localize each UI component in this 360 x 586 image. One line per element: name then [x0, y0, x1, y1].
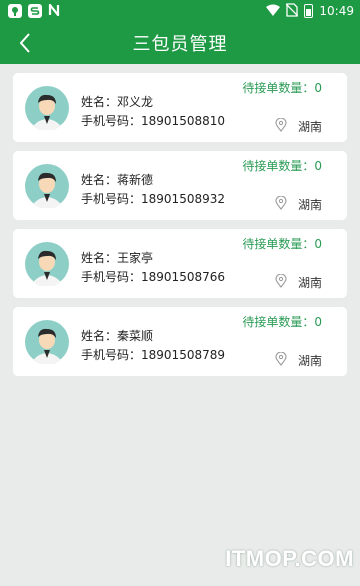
name-label: 姓名： [81, 173, 118, 187]
staff-card[interactable]: 姓名：秦菜顺 手机号码：18901508789 待接单数量：0 湖南 [13, 307, 347, 376]
phone-value: 18901508789 [141, 348, 225, 362]
phone-label: 手机号码： [81, 270, 142, 284]
phone-label: 手机号码： [81, 348, 142, 362]
orders-count: 0 [314, 81, 322, 95]
chevron-left-icon [19, 33, 30, 53]
battery-icon [304, 4, 314, 18]
name-value: 蒋新德 [117, 173, 154, 187]
orders-count: 0 [314, 315, 322, 329]
staff-phone: 手机号码：18901508789 [81, 346, 225, 363]
staff-card[interactable]: 姓名：蒋新德 手机号码：18901508932 待接单数量：0 湖南 [13, 151, 347, 220]
status-time: 10:49 [319, 4, 354, 18]
staff-phone: 手机号码：18901508810 [81, 112, 225, 129]
staff-phone: 手机号码：18901508766 [81, 268, 225, 285]
s-app-icon [28, 4, 42, 18]
staff-card[interactable]: 姓名：王家亭 手机号码：18901508766 待接单数量：0 湖南 [13, 229, 347, 298]
avatar [25, 242, 69, 286]
staff-name: 姓名：秦菜顺 [81, 327, 153, 344]
phone-value: 18901508932 [141, 192, 225, 206]
page-title: 三包员管理 [132, 34, 228, 55]
status-left-icons [8, 1, 60, 19]
staff-region: 湖南 [297, 276, 322, 290]
phone-value: 18901508766 [141, 270, 225, 284]
no-sim-icon [285, 2, 299, 20]
orders-label: 待接单数量： [242, 81, 315, 95]
name-value: 秦菜顺 [117, 329, 154, 343]
pending-orders: 待接单数量：0 [242, 79, 322, 96]
status-right-icons: 10:49 [266, 2, 354, 20]
orders-count: 0 [314, 237, 322, 251]
orders-label: 待接单数量： [242, 237, 315, 251]
staff-list: 姓名：邓义龙 手机号码：18901508810 待接单数量：0 湖南 姓名：蒋新… [0, 64, 360, 376]
name-label: 姓名： [81, 329, 118, 343]
staff-region: 湖南 [297, 120, 322, 134]
orders-label: 待接单数量： [242, 315, 315, 329]
name-label: 姓名： [81, 95, 118, 109]
avatar [25, 164, 69, 208]
location-pin-icon [275, 118, 287, 132]
pending-orders: 待接单数量：0 [242, 157, 322, 174]
name-label: 姓名： [81, 251, 118, 265]
watermark: ITMOP.COM [225, 546, 354, 571]
phone-label: 手机号码： [81, 192, 142, 206]
pending-orders: 待接单数量：0 [242, 235, 322, 252]
pending-orders: 待接单数量：0 [242, 313, 322, 330]
staff-card[interactable]: 姓名：邓义龙 手机号码：18901508810 待接单数量：0 湖南 [13, 73, 347, 142]
staff-region: 湖南 [297, 198, 322, 212]
n-app-icon [48, 1, 60, 19]
location-pin-icon [275, 274, 287, 288]
orders-count: 0 [314, 159, 322, 173]
phone-value: 18901508810 [141, 114, 225, 128]
avatar [25, 86, 69, 130]
orders-label: 待接单数量： [242, 159, 315, 173]
status-bar: 10:49 [0, 0, 360, 22]
name-value: 王家亭 [117, 251, 154, 265]
staff-name: 姓名：蒋新德 [81, 171, 153, 188]
app-bar: 三包员管理 [0, 22, 360, 64]
location-pin-icon [275, 196, 287, 210]
staff-name: 姓名：王家亭 [81, 249, 153, 266]
wifi-icon [266, 4, 281, 19]
location-pin-icon [275, 352, 287, 366]
staff-name: 姓名：邓义龙 [81, 93, 153, 110]
staff-region: 湖南 [297, 354, 322, 368]
name-value: 邓义龙 [117, 95, 154, 109]
back-button[interactable] [12, 30, 38, 56]
staff-phone: 手机号码：18901508932 [81, 190, 225, 207]
map-app-icon [8, 4, 22, 18]
phone-label: 手机号码： [81, 114, 142, 128]
avatar [25, 320, 69, 364]
